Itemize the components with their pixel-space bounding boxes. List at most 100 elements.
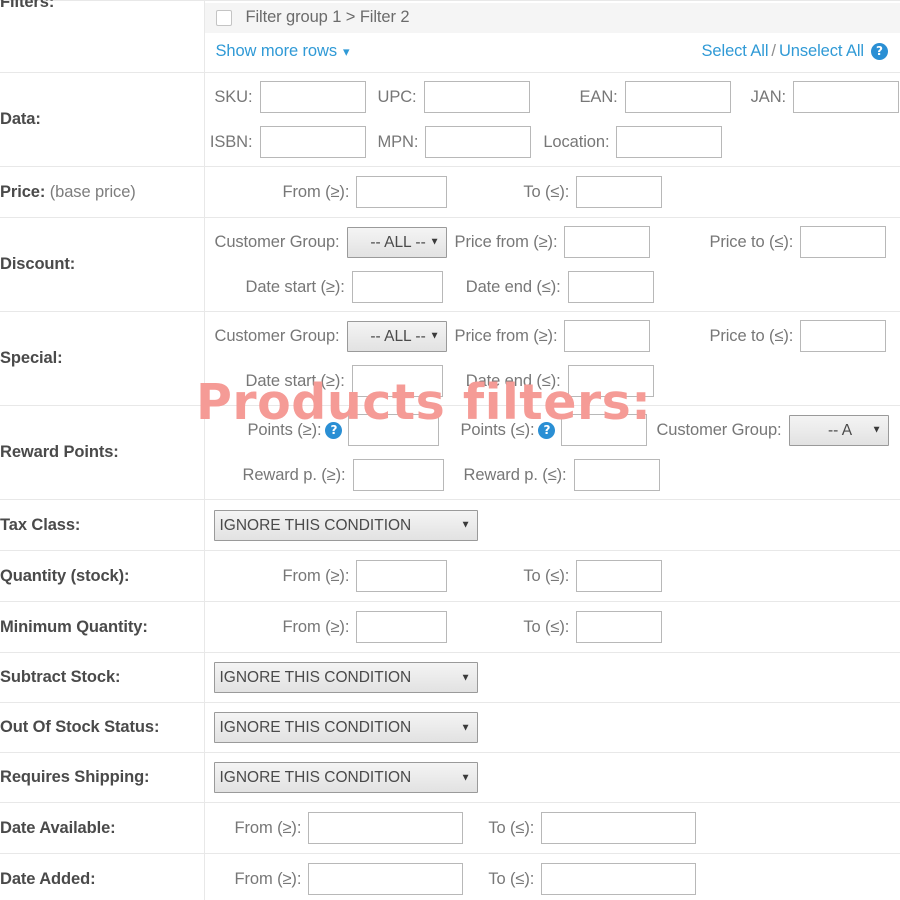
row-fields-requires-shipping: IGNORE THIS CONDITION ▼ bbox=[204, 752, 900, 803]
show-more-rows-group[interactable]: Show more rows ▾ bbox=[216, 42, 350, 61]
ean-input[interactable] bbox=[624, 81, 731, 113]
tax-class-selectwrap[interactable]: IGNORE THIS CONDITION ▼ bbox=[213, 509, 478, 541]
row-fields-reward-points: Points (≥): ? Points (≤): ? Customer Gro… bbox=[204, 405, 900, 500]
discount-date-start-input[interactable] bbox=[351, 271, 443, 303]
isbn-input[interactable] bbox=[259, 126, 366, 158]
date-added-label-text: Date Added: bbox=[0, 869, 96, 888]
filters-actions-bar: Show more rows ▾ Select All / Unselect All? bbox=[204, 32, 900, 71]
out-of-stock-status-selectwrap[interactable]: IGNORE THIS CONDITION ▼ bbox=[213, 712, 478, 743]
tax-class-row: IGNORE THIS CONDITION ▼ bbox=[205, 501, 900, 550]
row-fields-filters: Filter group 1 > Filter 2 Show more rows… bbox=[204, 0, 900, 73]
unselect-all-link[interactable]: Unselect All bbox=[779, 42, 864, 60]
row-fields-special: Customer Group: -- ALL -- ▼ Price from (… bbox=[204, 311, 900, 406]
points-max-input[interactable] bbox=[561, 414, 648, 446]
row-label-tax-class: Tax Class: bbox=[0, 499, 205, 551]
field-group-min-quantity-to: To (≤): bbox=[523, 611, 663, 643]
reward-min-input[interactable] bbox=[352, 459, 444, 491]
special-price-from-label: Price from (≥): bbox=[454, 326, 558, 345]
jan-input[interactable] bbox=[793, 81, 900, 113]
date-available-from-input[interactable] bbox=[308, 812, 464, 844]
tax-class-select[interactable]: IGNORE THIS CONDITION bbox=[213, 509, 478, 541]
table-row-tax-class: Tax Class: IGNORE THIS CONDITION ▼ bbox=[0, 499, 900, 551]
field-group-out-of-stock-status: IGNORE THIS CONDITION ▼ bbox=[213, 712, 478, 743]
discount-date-end-input[interactable] bbox=[567, 271, 654, 303]
row-label-reward-points: Reward Points: bbox=[0, 405, 205, 500]
out-of-stock-status-row: IGNORE THIS CONDITION ▼ bbox=[205, 704, 900, 752]
requires-shipping-label-text: Requires Shipping: bbox=[0, 768, 150, 786]
quantity-to-input[interactable] bbox=[576, 560, 663, 592]
field-group-discount-price-to: Price to (≤): bbox=[709, 226, 887, 258]
subtract-stock-select[interactable]: IGNORE THIS CONDITION bbox=[213, 662, 478, 693]
date-added-from-input[interactable] bbox=[308, 863, 464, 895]
special-date-end-input[interactable] bbox=[567, 365, 654, 397]
special-date-end-label: Date end (≤): bbox=[465, 371, 561, 390]
field-group-special-date-start: Date start (≥): bbox=[246, 365, 443, 397]
help-icon-points-max[interactable]: ? bbox=[538, 421, 556, 439]
field-group-min-quantity-from: From (≥): bbox=[283, 611, 448, 643]
reward-customer-group-selectwrap[interactable]: -- A ▼ bbox=[788, 414, 889, 446]
field-group-quantity-from: From (≥): bbox=[283, 560, 448, 592]
upc-label: UPC: bbox=[377, 87, 417, 106]
field-group-discount-date-end: Date end (≤): bbox=[466, 271, 654, 303]
special-customer-group-selectwrap[interactable]: -- ALL -- ▼ bbox=[346, 320, 447, 352]
requires-shipping-selectwrap[interactable]: IGNORE THIS CONDITION ▼ bbox=[213, 762, 478, 793]
row-fields-out-of-stock-status: IGNORE THIS CONDITION ▼ bbox=[204, 702, 900, 753]
filter-group-checkbox[interactable] bbox=[215, 9, 232, 26]
quantity-stock-row: From (≥): To (≤): bbox=[205, 552, 900, 601]
special-customer-group-select[interactable]: -- ALL -- bbox=[346, 320, 447, 352]
min-quantity-from-input[interactable] bbox=[356, 611, 448, 643]
sku-input[interactable] bbox=[259, 81, 366, 113]
chevron-down-icon[interactable]: ▾ bbox=[343, 44, 350, 59]
row-fields-date-available: From (≥): To (≤): bbox=[204, 802, 900, 854]
table-row-date-added: Date Added: From (≥): To (≤): bbox=[0, 853, 900, 900]
special-price-from-input[interactable] bbox=[564, 320, 651, 352]
requires-shipping-select[interactable]: IGNORE THIS CONDITION bbox=[213, 762, 478, 793]
special-date-start-input[interactable] bbox=[351, 365, 443, 397]
help-icon-points-min[interactable]: ? bbox=[325, 421, 343, 439]
min-quantity-to-input[interactable] bbox=[576, 611, 663, 643]
row-fields-discount: Customer Group: -- ALL -- ▼ Price from (… bbox=[204, 217, 900, 312]
subtract-stock-row: IGNORE THIS CONDITION ▼ bbox=[205, 654, 900, 702]
row-label-subtract-stock: Subtract Stock: bbox=[0, 652, 205, 703]
row-label-out-of-stock-status: Out Of Stock Status: bbox=[0, 702, 205, 753]
discount-customer-group-selectwrap[interactable]: -- ALL -- ▼ bbox=[346, 226, 447, 258]
row-fields-subtract-stock: IGNORE THIS CONDITION ▼ bbox=[204, 652, 900, 703]
price-from-input[interactable] bbox=[356, 176, 448, 208]
filter-group-item[interactable]: Filter group 1 > Filter 2 bbox=[204, 2, 900, 33]
discount-label-text: Discount: bbox=[0, 255, 76, 273]
help-icon-filters[interactable]: ? bbox=[871, 43, 888, 61]
discount-date-end-label: Date end (≤): bbox=[465, 277, 561, 296]
discount-price-to-input[interactable] bbox=[800, 226, 887, 258]
location-input[interactable] bbox=[616, 126, 723, 158]
date-added-to-input[interactable] bbox=[541, 863, 697, 895]
filters-table: Filters: Filter group 1 > Filter 2 Show … bbox=[0, 0, 900, 900]
ean-label: EAN: bbox=[579, 87, 618, 106]
subtract-stock-selectwrap[interactable]: IGNORE THIS CONDITION ▼ bbox=[213, 662, 478, 693]
field-group-date-available-to: To (≤): bbox=[488, 812, 697, 844]
select-all-link[interactable]: Select All bbox=[702, 42, 769, 60]
price-to-input[interactable] bbox=[576, 176, 663, 208]
mpn-input[interactable] bbox=[425, 126, 532, 158]
show-more-rows-link[interactable]: Show more rows bbox=[216, 42, 338, 60]
table-row-out-of-stock-status: Out Of Stock Status: IGNORE THIS CONDITI… bbox=[0, 702, 900, 753]
field-group-requires-shipping: IGNORE THIS CONDITION ▼ bbox=[213, 762, 478, 793]
points-min-input[interactable] bbox=[348, 414, 440, 446]
date-available-to-label: To (≤): bbox=[488, 818, 535, 837]
special-price-to-input[interactable] bbox=[800, 320, 887, 352]
upc-input[interactable] bbox=[423, 81, 530, 113]
field-group-mpn: MPN: bbox=[378, 126, 532, 158]
date-available-to-input[interactable] bbox=[541, 812, 697, 844]
field-group-points-min: Points (≥): ? bbox=[248, 414, 440, 446]
quantity-from-input[interactable] bbox=[356, 560, 448, 592]
jan-label: JAN: bbox=[750, 87, 787, 106]
discount-customer-group-select[interactable]: -- ALL -- bbox=[346, 226, 447, 258]
table-row-special: Special: Customer Group: -- ALL -- ▼ Pri… bbox=[0, 311, 900, 406]
reward-max-input[interactable] bbox=[573, 459, 660, 491]
date-available-from-label: From (≥): bbox=[234, 818, 302, 837]
out-of-stock-status-select[interactable]: IGNORE THIS CONDITION bbox=[213, 712, 478, 743]
reward-customer-group-select[interactable]: -- A bbox=[788, 414, 889, 446]
discount-price-from-input[interactable] bbox=[564, 226, 651, 258]
field-group-special-date-end: Date end (≤): bbox=[466, 365, 654, 397]
field-group-special-customer-group: Customer Group: -- ALL -- ▼ bbox=[215, 320, 447, 352]
row-label-quantity-stock: Quantity (stock): bbox=[0, 550, 205, 602]
